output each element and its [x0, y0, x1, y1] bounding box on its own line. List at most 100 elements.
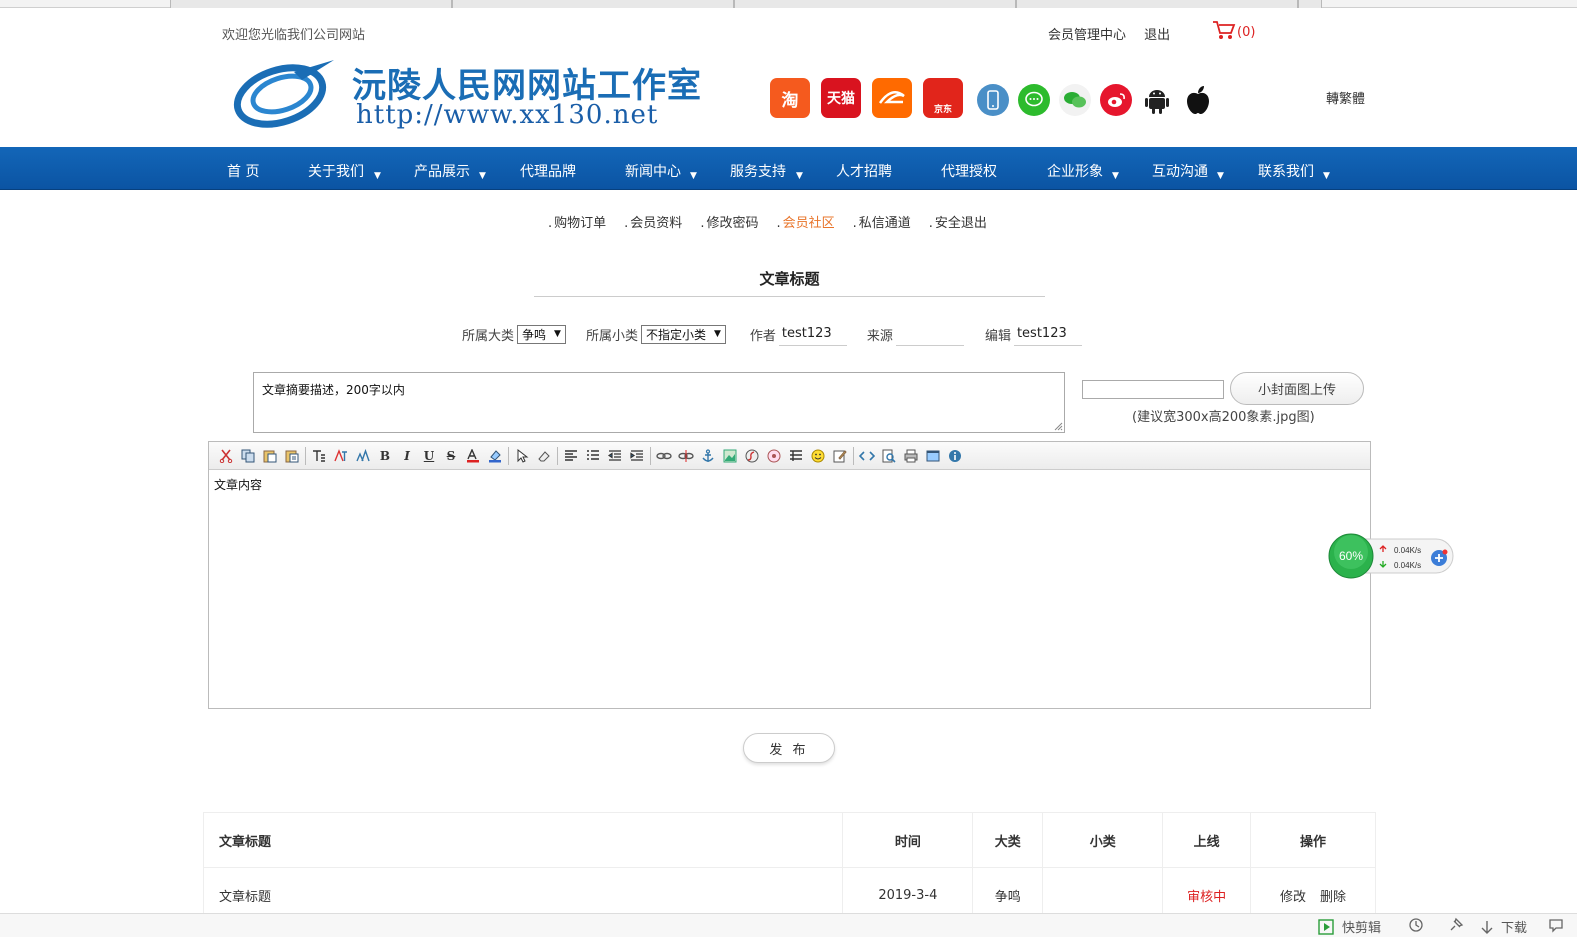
taobao-icon[interactable]: 淘 — [770, 78, 810, 118]
print-icon[interactable] — [900, 445, 922, 467]
bg-color-icon[interactable] — [484, 445, 506, 467]
nav-item-products[interactable]: 产品展示 — [414, 161, 470, 181]
outdent-icon[interactable] — [604, 445, 626, 467]
wechat-icon[interactable] — [1059, 84, 1091, 116]
text-color-icon[interactable] — [462, 445, 484, 467]
anchor-icon[interactable] — [697, 445, 719, 467]
eraser-icon[interactable] — [533, 445, 555, 467]
logout-link[interactable]: 退出 — [1144, 28, 1170, 43]
chevron-down-icon: ▼ — [1217, 171, 1224, 181]
play-icon — [1318, 918, 1334, 935]
browser-tab[interactable] — [734, 0, 1016, 8]
nav-item-image[interactable]: 企业形象 — [1047, 161, 1103, 181]
about-icon[interactable] — [944, 445, 966, 467]
phone-icon[interactable] — [977, 84, 1009, 116]
cover-file-input[interactable] — [1082, 380, 1224, 399]
italic-icon[interactable]: I — [396, 445, 418, 467]
apple-icon[interactable] — [1182, 84, 1214, 116]
submenu-orders[interactable]: 购物订单 — [548, 212, 606, 231]
article-meta-row: 所属大类 争鸣 ▼ 所属小类 不指定小类 ▼ 作者 test123 来源 编辑 te… — [462, 322, 1082, 346]
android-icon[interactable] — [1141, 84, 1173, 116]
image-icon[interactable] — [719, 445, 741, 467]
download-button[interactable]: 下载 — [1480, 917, 1527, 936]
nav-item-contact[interactable]: 联系我们 — [1258, 161, 1314, 181]
source-code-icon[interactable] — [856, 445, 878, 467]
table-icon[interactable] — [785, 445, 807, 467]
paste-text-icon[interactable] — [281, 445, 303, 467]
browser-tab[interactable] — [452, 0, 734, 8]
edit-icon[interactable] — [829, 445, 851, 467]
history-icon[interactable] — [1408, 917, 1424, 933]
copy-icon[interactable] — [237, 445, 259, 467]
bold-icon[interactable]: B — [374, 445, 396, 467]
source-input[interactable] — [895, 322, 964, 346]
nav-item-about[interactable]: 关于我们 — [308, 161, 364, 181]
article-table: 文章标题 时间 大类 小类 上线 操作 文章标题 2019-3-4 争鸣 审核中… — [202, 812, 1376, 923]
font-size-icon[interactable] — [352, 445, 374, 467]
fullscreen-icon[interactable] — [922, 445, 944, 467]
browser-tab[interactable] — [1298, 0, 1322, 8]
indent-icon[interactable] — [626, 445, 648, 467]
cart-count: (0) — [1237, 25, 1256, 40]
browser-tab[interactable] — [1016, 0, 1298, 8]
publish-button[interactable]: 发 布 — [743, 733, 835, 763]
jd-icon[interactable]: 京东 — [923, 78, 963, 118]
link-icon[interactable] — [653, 445, 675, 467]
subcategory-select[interactable]: 不指定小类 ▼ — [640, 324, 726, 344]
paste-icon[interactable] — [259, 445, 281, 467]
strikethrough-icon[interactable]: S — [440, 445, 462, 467]
column-header-time: 时间 — [842, 812, 974, 868]
message-icon[interactable] — [1018, 84, 1050, 116]
upload-cover-button[interactable]: 小封面图上传 — [1230, 372, 1364, 405]
emoticon-icon[interactable] — [807, 445, 829, 467]
cart-link[interactable]: (0) — [1212, 20, 1255, 40]
source-label: 来源 — [866, 328, 893, 344]
font-icon[interactable] — [330, 445, 352, 467]
list-icon[interactable] — [582, 445, 604, 467]
network-speed-widget[interactable]: 60% 0.04K/s 0.04K/s — [1328, 533, 1455, 579]
nav-item-home[interactable]: 首 页 — [227, 161, 259, 181]
align-icon[interactable] — [560, 445, 582, 467]
browser-tab[interactable] — [170, 0, 452, 8]
nav-item-jobs[interactable]: 人才招聘 — [836, 161, 892, 181]
select-all-icon[interactable] — [511, 445, 533, 467]
chevron-down-icon: ▼ — [1112, 171, 1119, 181]
submenu-password[interactable]: 修改密码 — [700, 212, 758, 231]
unlink-icon[interactable] — [675, 445, 697, 467]
quick-edit-button[interactable]: 快剪辑 — [1318, 917, 1381, 936]
nav-item-interaction[interactable]: 互动沟通 — [1152, 161, 1208, 181]
delete-link[interactable]: 删除 — [1320, 890, 1346, 905]
traditional-chinese-link[interactable]: 轉繁體 — [1326, 88, 1365, 107]
flash-icon[interactable] — [741, 445, 763, 467]
cut-icon[interactable] — [215, 445, 237, 467]
tmall-icon[interactable]: 天猫 — [821, 78, 861, 118]
nav-item-authorization[interactable]: 代理授权 — [941, 161, 997, 181]
resize-handle-icon[interactable] — [1053, 421, 1063, 431]
media-icon[interactable] — [763, 445, 785, 467]
nav-item-news[interactable]: 新闻中心 — [625, 161, 681, 181]
nav-item-support[interactable]: 服务支持 — [730, 161, 786, 181]
author-input[interactable]: test123 — [778, 322, 847, 346]
category-select[interactable]: 争鸣 ▼ — [517, 324, 566, 344]
format-icon[interactable] — [308, 445, 330, 467]
preview-icon[interactable] — [878, 445, 900, 467]
pin-icon[interactable] — [1448, 917, 1464, 933]
fullscreen-toggle-icon[interactable] — [1548, 917, 1564, 933]
editor-input[interactable]: test123 — [1013, 322, 1082, 346]
submenu-logout[interactable]: 安全退出 — [929, 212, 987, 231]
summary-textarea[interactable]: 文章摘要描述，200字以内 — [253, 372, 1065, 433]
toolbar-divider — [650, 446, 651, 465]
upload-hint: (建议宽300x高200象素.jpg图) — [1132, 410, 1315, 425]
underline-icon[interactable]: U — [418, 445, 440, 467]
welcome-text: 欢迎您光临我们公司网站 — [222, 28, 366, 43]
nav-item-brands[interactable]: 代理品牌 — [520, 161, 576, 181]
submenu-messages[interactable]: 私信通道 — [853, 212, 911, 231]
article-title-field[interactable]: 文章标题 — [534, 268, 1045, 297]
member-center-link[interactable]: 会员管理中心 — [1048, 28, 1126, 43]
weibo-icon[interactable] — [1100, 84, 1132, 116]
submenu-community[interactable]: 会员社区 — [776, 212, 835, 231]
alibaba-icon[interactable] — [872, 78, 912, 118]
editor-content-area[interactable]: 文章内容 — [209, 470, 1370, 499]
submenu-profile[interactable]: 会员资料 — [624, 212, 682, 231]
edit-link[interactable]: 修改 — [1280, 890, 1306, 905]
